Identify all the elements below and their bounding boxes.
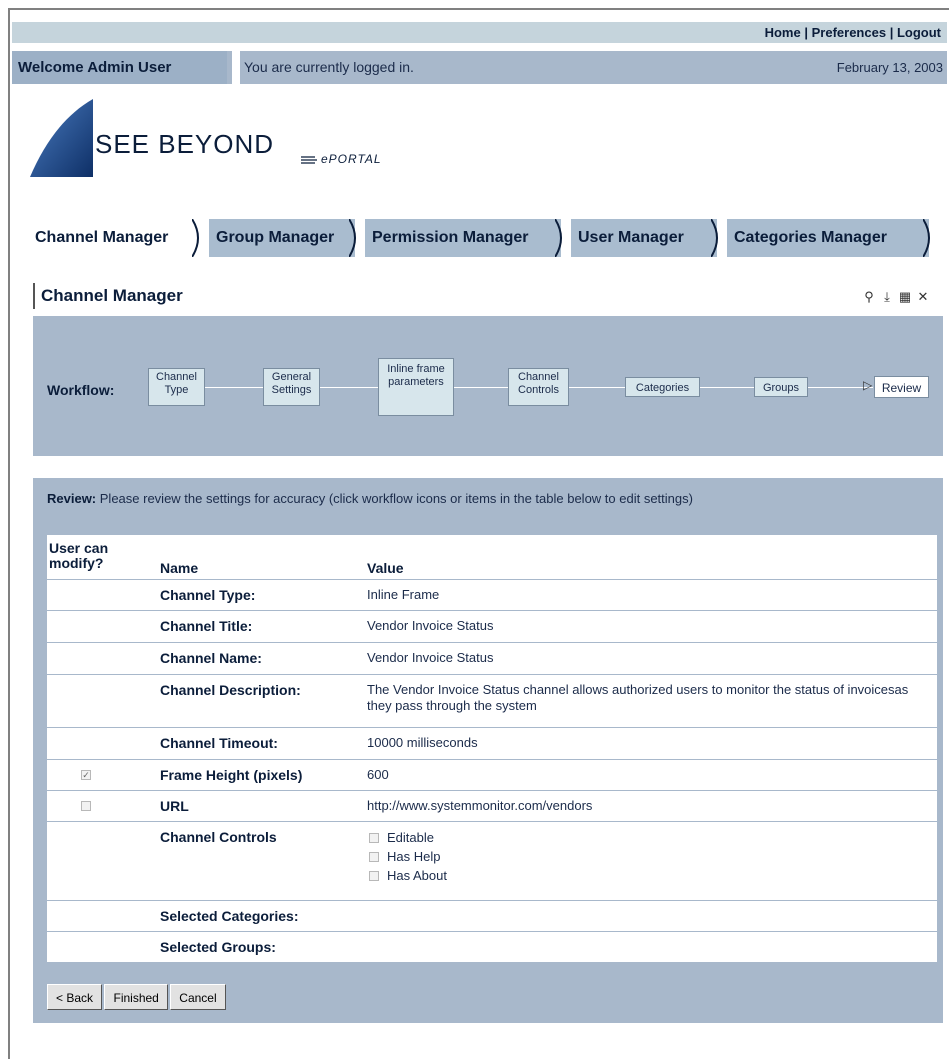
row-name[interactable]: Selected Categories: bbox=[160, 908, 299, 924]
table-row[interactable]: Selected Categories: bbox=[47, 901, 937, 932]
manager-tabs: Channel Manager Group Manager Permission… bbox=[28, 219, 943, 257]
close-icon[interactable]: ✕ bbox=[914, 289, 932, 305]
current-date: February 13, 2003 bbox=[836, 60, 943, 75]
table-row[interactable]: Channel Type: Inline Frame bbox=[47, 580, 937, 611]
portlet-controls: ⚲ ⤓ ▦ ✕ bbox=[860, 288, 940, 308]
table-row[interactable]: Selected Groups: bbox=[47, 932, 937, 962]
welcome-bar: Welcome Admin User You are currently log… bbox=[12, 51, 947, 84]
tab-permission-manager[interactable]: Permission Manager bbox=[365, 219, 562, 257]
action-buttons: < Back Finished Cancel bbox=[47, 984, 226, 1012]
modify-checkbox[interactable] bbox=[81, 801, 91, 811]
edit-icon[interactable]: ▦ bbox=[896, 289, 914, 305]
cancel-button[interactable]: Cancel bbox=[170, 984, 226, 1010]
modify-cell bbox=[47, 791, 135, 821]
table-row[interactable]: Channel Title: Vendor Invoice Status bbox=[47, 611, 937, 643]
review-table: User can modify? Name Value Channel Type… bbox=[47, 535, 937, 962]
logout-link[interactable]: Logout bbox=[897, 25, 941, 40]
logo-arrow-icon bbox=[301, 156, 317, 164]
welcome-divider bbox=[232, 51, 240, 84]
row-name[interactable]: Channel Timeout: bbox=[160, 735, 278, 751]
review-panel: Review: Please review the settings for a… bbox=[33, 478, 943, 1023]
seebeyond-logo: SEE BEYOND ePORTAL bbox=[25, 97, 445, 182]
tab-label: Categories Manager bbox=[734, 229, 887, 246]
table-row[interactable]: Channel Timeout: 10000 milliseconds bbox=[47, 728, 937, 760]
table-row[interactable]: Channel Controls Editable Has Help Has A… bbox=[47, 822, 937, 901]
workflow-step-categories[interactable]: Categories bbox=[625, 377, 700, 397]
control-checkbox[interactable] bbox=[369, 851, 379, 862]
row-value: Vendor Invoice Status bbox=[367, 650, 494, 665]
row-name[interactable]: Channel Description: bbox=[160, 682, 301, 698]
row-value: 10000 milliseconds bbox=[367, 735, 478, 750]
tab-label: Channel Manager bbox=[35, 229, 169, 246]
table-row[interactable]: URL http://www.systemmonitor.com/vendors bbox=[47, 791, 937, 822]
control-item: Has About bbox=[367, 866, 927, 885]
header-value: Value bbox=[367, 560, 404, 576]
tab-group-manager[interactable]: Group Manager bbox=[209, 219, 356, 257]
workflow-label: Workflow: bbox=[47, 382, 115, 398]
header-user-can-modify: User can modify? bbox=[49, 540, 109, 571]
tab-label: User Manager bbox=[578, 229, 684, 246]
login-status: You are currently logged in. bbox=[244, 59, 414, 75]
top-nav-bar: Home | Preferences | Logout bbox=[12, 22, 947, 43]
tab-label: Group Manager bbox=[216, 229, 335, 246]
row-name[interactable]: Channel Title: bbox=[160, 618, 252, 634]
modify-cell: ✓ bbox=[47, 760, 135, 790]
channel-controls-list: Editable Has Help Has About bbox=[367, 828, 927, 885]
finished-button[interactable]: Finished bbox=[104, 984, 168, 1010]
home-link[interactable]: Home bbox=[765, 25, 801, 40]
table-row[interactable]: Channel Description: The Vendor Invoice … bbox=[47, 675, 937, 728]
workflow-step-general-settings[interactable]: General Settings bbox=[263, 368, 320, 406]
welcome-user: Welcome Admin User bbox=[12, 51, 227, 84]
download-icon[interactable]: ⤓ bbox=[878, 289, 896, 305]
back-button[interactable]: < Back bbox=[47, 984, 103, 1010]
current-step-arrow-icon: ▷ bbox=[863, 378, 873, 392]
row-name[interactable]: Frame Height (pixels) bbox=[160, 767, 302, 783]
review-message: Please review the settings for accuracy … bbox=[99, 491, 693, 506]
logo-subtext: ePORTAL bbox=[321, 152, 382, 166]
review-instructions: Review: Please review the settings for a… bbox=[47, 491, 693, 506]
control-item: Editable bbox=[367, 828, 927, 847]
page-title: Channel Manager bbox=[33, 283, 183, 309]
table-row[interactable]: Channel Name: Vendor Invoice Status bbox=[47, 643, 937, 675]
logo-swoosh-icon bbox=[30, 99, 93, 177]
link-separator: | bbox=[889, 25, 894, 40]
table-row[interactable]: ✓ Frame Height (pixels) 600 bbox=[47, 760, 937, 791]
link-separator: | bbox=[804, 25, 808, 40]
row-value: http://www.systemmonitor.com/vendors bbox=[367, 798, 593, 813]
row-value: Inline Frame bbox=[367, 587, 440, 602]
row-name[interactable]: Channel Controls bbox=[160, 829, 277, 845]
tab-channel-manager[interactable]: Channel Manager bbox=[28, 219, 199, 257]
workflow-step-channel-type[interactable]: Channel Type bbox=[148, 368, 205, 406]
workflow-panel: Workflow: Channel Type General Settings … bbox=[33, 316, 943, 456]
control-label: Editable bbox=[387, 829, 434, 845]
row-name[interactable]: Channel Name: bbox=[160, 650, 262, 666]
control-label: Has About bbox=[387, 867, 447, 883]
table-header: User can modify? Name Value bbox=[47, 535, 937, 580]
tab-categories-manager[interactable]: Categories Manager bbox=[727, 219, 930, 257]
tab-label: Permission Manager bbox=[372, 229, 529, 246]
row-value: Vendor Invoice Status bbox=[367, 618, 494, 633]
control-item: Has Help bbox=[367, 847, 927, 866]
row-value: The Vendor Invoice Status channel allows… bbox=[367, 682, 909, 713]
header-name: Name bbox=[160, 560, 199, 576]
review-heading: Review: bbox=[47, 491, 97, 506]
control-checkbox[interactable] bbox=[369, 870, 379, 881]
workflow-step-groups[interactable]: Groups bbox=[754, 377, 808, 397]
tab-user-manager[interactable]: User Manager bbox=[571, 219, 718, 257]
row-name[interactable]: Channel Type: bbox=[160, 587, 255, 603]
workflow-step-inline-frame[interactable]: Inline frame parameters bbox=[378, 358, 454, 416]
control-label: Has Help bbox=[387, 848, 441, 864]
preferences-link[interactable]: Preferences bbox=[812, 25, 886, 40]
row-name[interactable]: Selected Groups: bbox=[160, 939, 276, 955]
search-icon[interactable]: ⚲ bbox=[860, 289, 878, 305]
row-name[interactable]: URL bbox=[160, 798, 189, 814]
control-checkbox[interactable] bbox=[369, 832, 379, 843]
row-value: 600 bbox=[367, 767, 389, 782]
top-links: Home | Preferences | Logout bbox=[765, 25, 941, 40]
logo-text: SEE BEYOND bbox=[95, 129, 275, 159]
workflow-step-review[interactable]: Review bbox=[874, 376, 929, 398]
modify-checkbox-checked[interactable]: ✓ bbox=[81, 770, 91, 780]
workflow-step-channel-controls[interactable]: Channel Controls bbox=[508, 368, 569, 406]
